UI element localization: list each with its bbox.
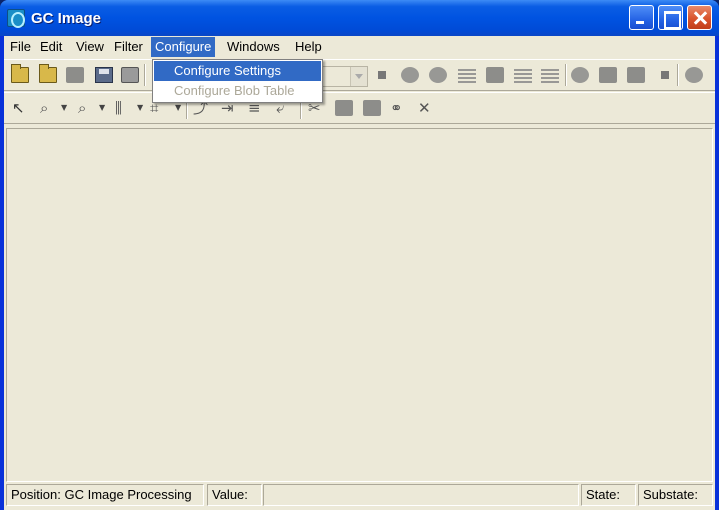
configure-dropdown-menu: Configure Settings Configure Blob Table [152, 59, 323, 103]
blob-edit-icon[interactable] [429, 67, 447, 83]
open-recent-icon[interactable] [39, 64, 57, 83]
status-value-label: Value: [207, 484, 262, 506]
status-bar: Position: GC Image Processing Value: Sta… [4, 484, 715, 508]
menu-bar: File Edit View Filter Configure Windows … [4, 36, 715, 58]
save-icon[interactable] [95, 67, 113, 83]
align-icon[interactable] [627, 67, 645, 83]
zoom-out-icon[interactable]: ⌕ [78, 98, 86, 118]
blob-detect-icon[interactable] [401, 67, 419, 83]
menu-filter[interactable]: Filter [110, 37, 147, 57]
status-position: Position: GC Image Processing [6, 484, 204, 506]
open-folder-icon[interactable] [11, 64, 29, 83]
menu-help[interactable]: Help [291, 37, 326, 57]
stop-icon[interactable] [378, 71, 386, 79]
import-icon[interactable] [66, 67, 84, 83]
menu-configure[interactable]: Configure [151, 37, 216, 57]
combo-arrow-icon[interactable] [350, 67, 367, 86]
chart-icon[interactable] [486, 67, 504, 83]
spreadsheet-icon[interactable] [541, 67, 559, 83]
menu-edit[interactable]: Edit [36, 37, 66, 57]
main-toolbar [4, 59, 715, 91]
snapshot-icon[interactable] [685, 67, 703, 83]
paste-icon[interactable] [363, 100, 381, 116]
menu-item-configure-settings[interactable]: Configure Settings [154, 61, 321, 81]
dataset-combo[interactable] [318, 66, 368, 87]
zoom-out-dropdown-icon[interactable]: ▼ [99, 103, 105, 112]
toolbar-separator [565, 64, 567, 86]
minimize-button[interactable] [629, 5, 654, 30]
image-workspace[interactable] [6, 128, 713, 482]
window-title: GC Image [31, 10, 102, 27]
menu-item-configure-blob-table: Configure Blob Table [174, 83, 295, 98]
zoom-in-dropdown-icon[interactable]: ▼ [61, 103, 67, 112]
tools-toolbar: ↖ ⌕ ▼ ⌕ ▼ ⫼ ▼ ⌗ ▼ ⤴ ⇥ ≡ ⤶ ✂ ⚭ ✕ [4, 92, 715, 124]
pointer-icon[interactable]: ↖ [12, 98, 25, 118]
delete-icon[interactable]: ✕ [418, 98, 431, 118]
peak-icon[interactable] [571, 67, 589, 83]
histogram-icon[interactable]: ⫼ [115, 98, 122, 118]
menu-windows[interactable]: Windows [223, 37, 284, 57]
filter-icon[interactable] [599, 67, 617, 83]
copy-icon[interactable] [335, 100, 353, 116]
point-icon[interactable] [661, 71, 669, 79]
maximize-button[interactable] [658, 5, 683, 30]
toolbar-separator [144, 64, 146, 86]
toolbar-separator [677, 64, 679, 86]
zoom-in-icon[interactable]: ⌕ [40, 98, 48, 118]
table-icon[interactable] [514, 67, 532, 83]
title-bar[interactable]: GC Image [0, 0, 719, 36]
baseline-dropdown-icon[interactable]: ▼ [175, 103, 181, 112]
print-icon[interactable] [121, 67, 139, 83]
status-value-field [263, 484, 579, 506]
histogram-dropdown-icon[interactable]: ▼ [137, 103, 143, 112]
client-area: File Edit View Filter Configure Windows … [4, 36, 715, 510]
grid-icon[interactable] [458, 67, 476, 83]
group-icon[interactable]: ⚭ [390, 98, 403, 118]
close-button[interactable] [687, 5, 712, 30]
app-icon[interactable] [7, 9, 25, 28]
app-window: GC Image File Edit View Filter Configure… [0, 0, 719, 510]
menu-view[interactable]: View [72, 37, 108, 57]
menu-file[interactable]: File [6, 37, 35, 57]
status-substate: Substate: [638, 484, 713, 506]
status-state: State: [581, 484, 636, 506]
